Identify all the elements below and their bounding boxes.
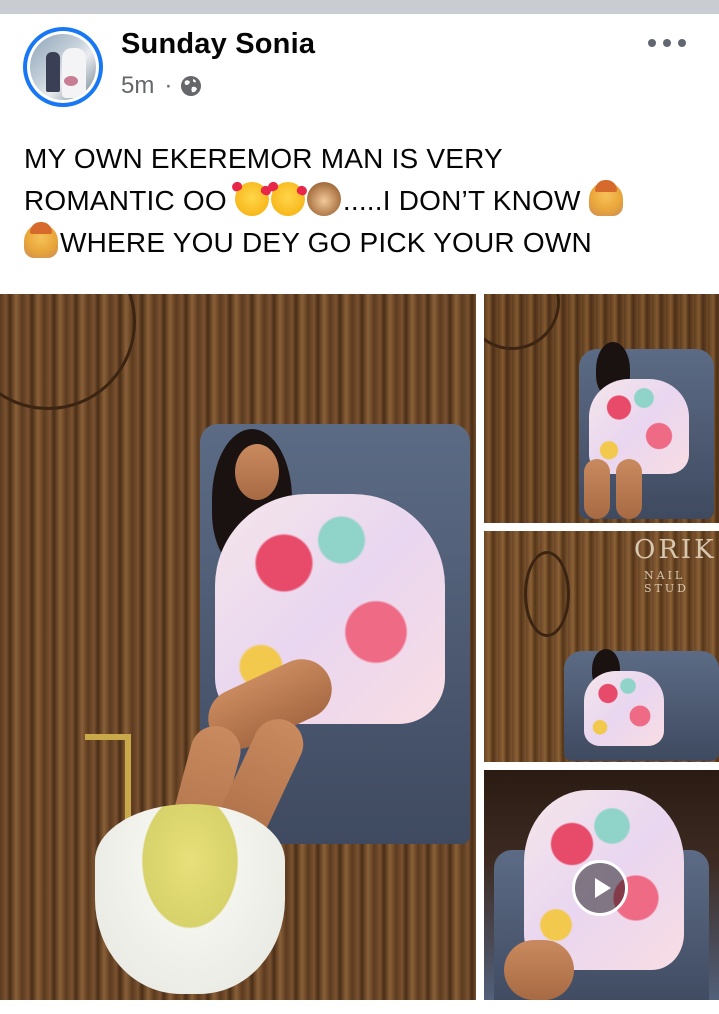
avatar-ring: [27, 31, 99, 103]
more-options-icon[interactable]: [648, 36, 686, 50]
more-dot: [678, 39, 686, 47]
leg: [504, 940, 574, 1000]
post-text-line-1: MY OWN EKEREMOR MAN IS VERY: [24, 143, 503, 174]
face: [235, 444, 279, 500]
post-text-line-3: WHERE YOU DEY GO PICK YOUR OWN: [24, 222, 704, 264]
leg: [616, 459, 642, 519]
post-photo-main[interactable]: [0, 294, 476, 1000]
globe-icon[interactable]: [180, 75, 202, 97]
smiling-face-with-hearts-icon: [234, 182, 269, 216]
meta-separator: ·: [164, 72, 173, 99]
avatar-photo: [30, 34, 96, 100]
wall-mirror: [524, 551, 570, 637]
see-no-evil-monkey-icon: [306, 182, 341, 216]
post-text-line-2: ROMANTIC OO .....I DON’T KNOW: [24, 180, 704, 222]
smiling-face-with-hearts-icon: [270, 182, 305, 216]
post-timestamp[interactable]: 5m: [121, 72, 154, 100]
leg: [584, 459, 610, 519]
author-avatar[interactable]: [23, 27, 103, 107]
wall-mirror: [484, 294, 560, 350]
post-photo-2[interactable]: [484, 294, 719, 523]
post-meta: 5m ·: [121, 72, 202, 100]
wall-mirror: [0, 294, 136, 410]
person-raising-hand-icon: [588, 180, 623, 216]
play-video-button[interactable]: [572, 860, 628, 916]
author-name[interactable]: Sunday Sonia: [121, 28, 315, 61]
patterned-dress: [584, 671, 664, 746]
more-dot: [648, 39, 656, 47]
post-text: MY OWN EKEREMOR MAN IS VERY ROMANTIC OO …: [24, 138, 704, 264]
play-icon: [594, 878, 611, 898]
pedicure-basin: [95, 804, 285, 994]
patterned-dress: [589, 379, 689, 474]
salon-sign-brand: ORIK: [634, 535, 717, 565]
feed-divider: [0, 0, 719, 14]
salon-sign-subtitle: NAIL STUD: [644, 569, 689, 595]
person-raising-hand-icon: [24, 222, 58, 258]
post-photo-3[interactable]: ORIK NAIL STUD: [484, 531, 719, 762]
more-dot: [663, 39, 671, 47]
